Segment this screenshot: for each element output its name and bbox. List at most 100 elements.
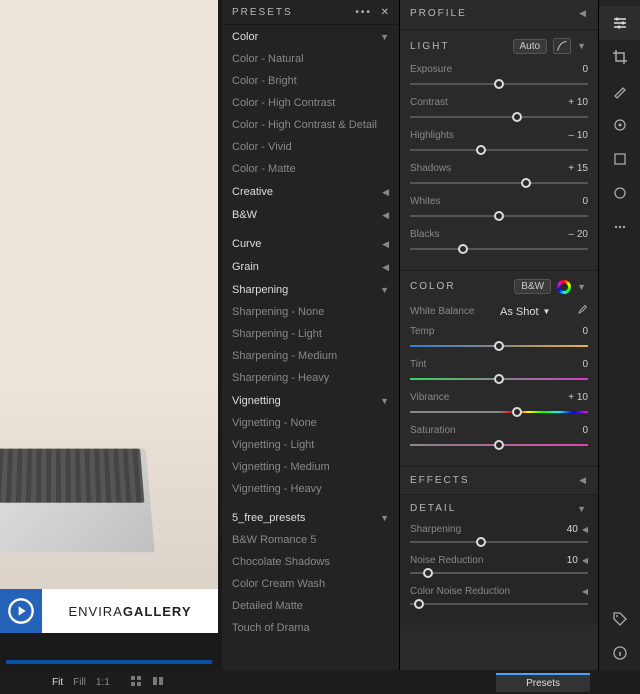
zoom-fill[interactable]: Fill	[73, 677, 86, 688]
slider-knob[interactable]	[458, 244, 468, 254]
compare-icon[interactable]	[152, 675, 164, 690]
preset-group[interactable]: Sharpening▼	[222, 278, 399, 301]
brush-icon[interactable]	[599, 108, 640, 142]
slider-knob[interactable]	[494, 440, 504, 450]
slider-knob[interactable]	[512, 407, 522, 417]
crop-icon[interactable]	[599, 40, 640, 74]
chevron-left-icon: ◀	[382, 187, 389, 198]
more-tools-icon[interactable]	[599, 210, 640, 244]
slider-knob[interactable]	[494, 341, 504, 351]
grid-icon[interactable]	[130, 675, 142, 690]
effects-title: EFFECTS	[410, 475, 470, 486]
slider-track[interactable]	[410, 372, 588, 386]
timeline[interactable]	[6, 660, 212, 664]
play-icon	[0, 589, 42, 633]
zoom-1-1[interactable]: 1:1	[96, 677, 110, 688]
presets-button[interactable]: Presets	[496, 673, 590, 692]
color-mixer-icon[interactable]	[557, 280, 571, 294]
chevron-left-icon[interactable]: ◀	[579, 475, 588, 486]
slider-track[interactable]	[410, 242, 588, 256]
wb-label: White Balance	[410, 306, 474, 317]
chevron-down-icon[interactable]: ▼	[577, 504, 588, 514]
more-icon[interactable]: •••	[355, 7, 372, 18]
preset-item[interactable]: Color Cream Wash	[222, 573, 399, 595]
chevron-left-icon[interactable]: ◀	[582, 525, 588, 534]
slider-track[interactable]	[410, 535, 588, 549]
preset-item[interactable]: Sharpening - Light	[222, 323, 399, 345]
detail-section: DETAIL ▼ Sharpening40◀ Noise Reduction10…	[400, 495, 598, 625]
slider-knob[interactable]	[494, 374, 504, 384]
chevron-down-icon: ▼	[380, 32, 389, 42]
slider-knob[interactable]	[423, 568, 433, 578]
slider-knob[interactable]	[521, 178, 531, 188]
bw-button[interactable]: B&W	[514, 279, 551, 294]
preset-group[interactable]: 5_free_presets▼	[222, 506, 399, 529]
preset-item[interactable]: Sharpening - Medium	[222, 345, 399, 367]
chevron-left-icon[interactable]: ◀	[582, 556, 588, 565]
light-section: LIGHT Auto ▼ Exposure0 Contrast+ 10 High…	[400, 30, 598, 271]
slider-blacks: Blacks– 20	[410, 229, 588, 256]
slider-track[interactable]	[410, 176, 588, 190]
preset-group[interactable]: Curve◀	[222, 232, 399, 255]
edit-sliders-icon[interactable]	[599, 6, 640, 40]
preset-item[interactable]: Color - High Contrast & Detail	[222, 114, 399, 136]
preset-group[interactable]: B&W◀	[222, 203, 399, 226]
preset-item[interactable]: Color - High Contrast	[222, 92, 399, 114]
presets-title: PRESETS	[232, 7, 293, 18]
slider-knob[interactable]	[414, 599, 424, 609]
preset-item[interactable]: Sharpening - Heavy	[222, 367, 399, 389]
slider-track[interactable]	[410, 110, 588, 124]
slider-track[interactable]	[410, 339, 588, 353]
auto-button[interactable]: Auto	[513, 39, 548, 54]
eyedropper-icon[interactable]	[576, 304, 588, 319]
radial-gradient-icon[interactable]	[599, 176, 640, 210]
slider-track[interactable]	[410, 597, 588, 611]
logo-text: ENVIRAGALLERY	[42, 589, 218, 633]
slider-track[interactable]	[410, 77, 588, 91]
close-icon[interactable]: ✕	[381, 7, 391, 18]
chevron-down-icon[interactable]: ▼	[577, 41, 588, 51]
preset-group[interactable]: Creative◀	[222, 180, 399, 203]
preset-group[interactable]: Grain◀	[222, 255, 399, 278]
zoom-fit[interactable]: Fit	[52, 677, 63, 688]
slider-track[interactable]	[410, 143, 588, 157]
preset-item[interactable]: Detailed Matte	[222, 595, 399, 617]
slider-knob[interactable]	[476, 145, 486, 155]
preset-item[interactable]: Color - Matte	[222, 158, 399, 180]
chevron-left-icon: ◀	[382, 210, 389, 221]
slider-track[interactable]	[410, 566, 588, 580]
preset-item[interactable]: Chocolate Shadows	[222, 551, 399, 573]
healing-brush-icon[interactable]	[599, 74, 640, 108]
slider-track[interactable]	[410, 405, 588, 419]
slider-knob[interactable]	[494, 79, 504, 89]
tag-icon[interactable]	[599, 602, 640, 636]
chevron-left-icon[interactable]: ◀	[579, 8, 588, 19]
slider-track[interactable]	[410, 438, 588, 452]
slider-shadows: Shadows+ 15	[410, 163, 588, 190]
wb-dropdown[interactable]: As Shot▼	[500, 306, 550, 318]
linear-gradient-icon[interactable]	[599, 142, 640, 176]
preset-group[interactable]: Color▼	[222, 25, 399, 48]
slider-knob[interactable]	[512, 112, 522, 122]
preset-item[interactable]: Color - Bright	[222, 70, 399, 92]
preset-group[interactable]: Vignetting▼	[222, 389, 399, 412]
preset-item[interactable]: Color - Vivid	[222, 136, 399, 158]
chevron-down-icon[interactable]: ▼	[577, 282, 588, 292]
slider-knob[interactable]	[476, 537, 486, 547]
preset-item[interactable]: Vignetting - Medium	[222, 456, 399, 478]
preset-item[interactable]: Vignetting - None	[222, 412, 399, 434]
tone-curve-icon[interactable]	[553, 38, 571, 54]
preset-item[interactable]: Sharpening - None	[222, 301, 399, 323]
preset-item[interactable]: Touch of Drama	[222, 617, 399, 639]
image-preview[interactable]: ENVIRAGALLERY	[0, 0, 218, 633]
chevron-left-icon[interactable]: ◀	[582, 587, 588, 596]
info-icon[interactable]	[599, 636, 640, 670]
preset-item[interactable]: Vignetting - Light	[222, 434, 399, 456]
color-title: COLOR	[410, 281, 456, 292]
preset-item[interactable]: Color - Natural	[222, 48, 399, 70]
preset-item[interactable]: Vignetting - Heavy	[222, 478, 399, 500]
preset-item[interactable]: B&W Romance 5	[222, 529, 399, 551]
slider-color noise reduction: Color Noise Reduction◀	[410, 586, 588, 611]
slider-track[interactable]	[410, 209, 588, 223]
slider-knob[interactable]	[494, 211, 504, 221]
